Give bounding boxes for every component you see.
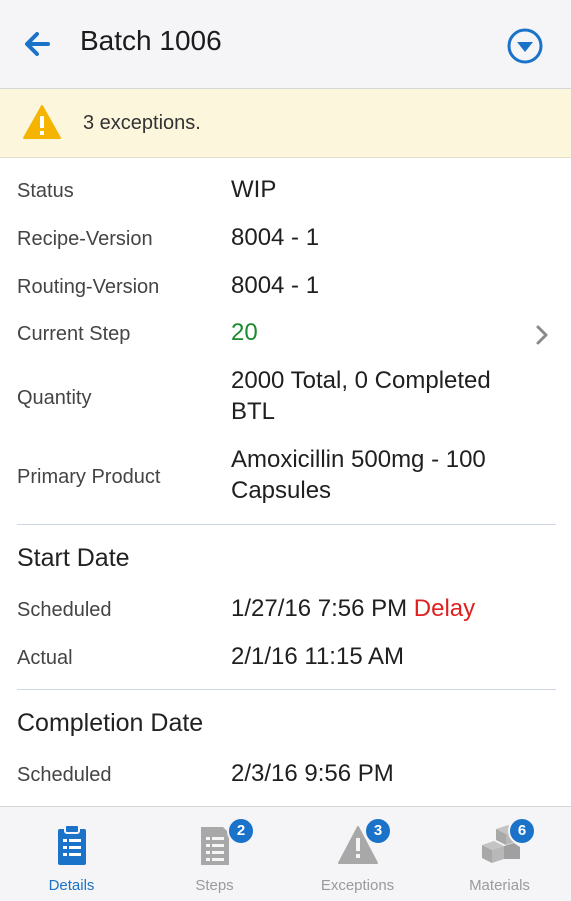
status-label: Status [17,180,74,202]
warning-icon [23,105,61,139]
routing-version-label: Routing-Version [17,276,160,298]
divider [17,524,556,525]
back-button[interactable] [18,26,58,62]
start-date-heading: Start Date [17,544,130,572]
tab-details-label: Details [48,877,95,894]
current-step-value[interactable]: 20 [231,317,258,349]
current-step-label: Current Step [17,323,131,345]
start-actual-value: 2/1/16 11:15 AM [231,643,405,670]
app-header: Batch 1006 [0,0,571,89]
tab-steps[interactable]: 2 Steps [143,807,286,901]
routing-version-value: 8004 - 1 [231,272,320,299]
exceptions-banner[interactable]: 3 exceptions. [0,89,571,158]
page-title: Batch 1006 [80,25,222,56]
tab-exceptions[interactable]: 3 Exceptions [286,807,429,901]
recipe-version-value: 8004 - 1 [231,224,320,251]
exceptions-count-text: 3 exceptions. [83,112,201,134]
completion-scheduled-value: 2/3/16 9:56 PM [231,760,394,787]
completion-date-heading: Completion Date [17,709,204,737]
tab-steps-label: Steps [195,877,234,894]
options-dropdown-button[interactable] [505,26,545,66]
quantity-label: Quantity [17,387,92,409]
back-arrow-icon [25,32,50,56]
status-value: WIP [231,176,277,203]
start-scheduled-datetime: 1/27/16 7:56 PM [231,595,408,622]
tab-details[interactable]: Details [0,807,143,901]
exceptions-badge: 3 [364,817,392,845]
start-scheduled-label: Scheduled [17,599,112,621]
primary-product-value-line2: Capsules [231,477,332,504]
start-scheduled-value: 1/27/16 7:56 PM Delay [231,593,475,625]
recipe-version-label: Recipe-Version [17,228,153,250]
bottom-tab-bar: Details 2 Steps 3 Exceptions 6 Materials [0,806,571,901]
primary-product-label: Primary Product [17,466,161,488]
tab-materials[interactable]: 6 Materials [428,807,571,901]
divider [17,689,556,690]
tab-materials-label: Materials [469,877,530,894]
tab-exceptions-label: Exceptions [320,877,395,894]
delay-indicator: Delay [413,595,476,622]
clipboard-icon [57,824,86,865]
chevron-down-circle-icon [507,28,543,64]
primary-product-value-line1: Amoxicillin 500mg - 100 [231,446,486,473]
start-actual-label: Actual [17,647,73,669]
completion-scheduled-label: Scheduled [17,764,112,786]
quantity-value-line2: BTL [231,398,276,425]
materials-badge: 6 [508,817,536,845]
chevron-right-icon[interactable] [533,322,551,348]
quantity-value-line1: 2000 Total, 0 Completed [231,367,491,394]
steps-badge: 2 [227,817,255,845]
